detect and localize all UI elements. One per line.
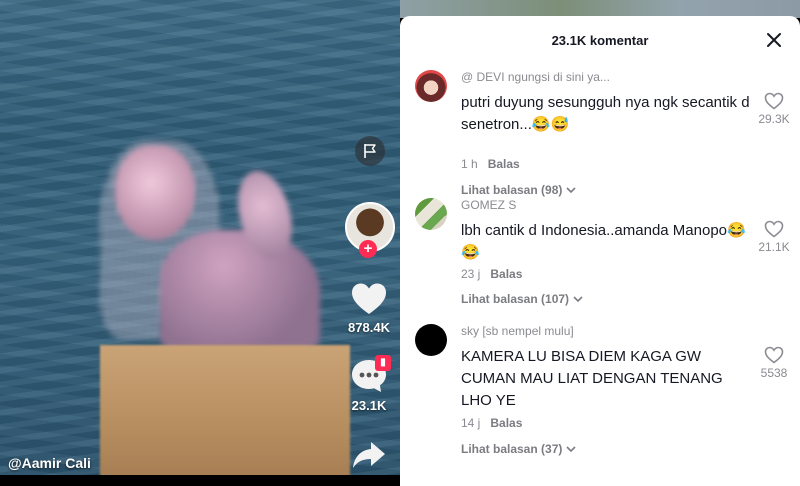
reply-button[interactable]: Balas	[488, 157, 520, 171]
heart-outline-icon	[764, 92, 784, 110]
view-replies-label: Lihat balasan (107)	[461, 292, 570, 306]
reply-button[interactable]: Balas	[490, 267, 522, 281]
close-icon	[767, 33, 781, 47]
video-player[interactable]: @Aamir Cali	[0, 0, 400, 475]
heart-outline-icon	[764, 220, 784, 238]
comment-meta: 1 h Balas	[461, 157, 520, 171]
chevron-down-icon	[566, 187, 576, 194]
flag-icon	[364, 144, 376, 158]
comment-author[interactable]: GOMEZ S	[461, 198, 516, 212]
avatar[interactable]	[415, 70, 447, 102]
like-button[interactable]: 878.4K	[344, 282, 394, 335]
share-button[interactable]	[347, 440, 391, 470]
heart-outline-icon	[764, 346, 784, 364]
heart-icon	[352, 283, 386, 314]
comment-text: putri duyung sesungguh nya ngk secantik …	[461, 94, 750, 133]
video-subject	[100, 130, 330, 350]
comment-like-count: 21.1K	[758, 240, 790, 254]
share-icon	[353, 442, 385, 468]
view-replies-button[interactable]: Lihat balasan (98)	[461, 183, 577, 197]
comments-title: 23.1K komentar	[551, 33, 649, 48]
comment-meta: 14 j Balas	[461, 416, 522, 430]
comments-panel: 23.1K komentar @ DEVI ngungsi di sini ya…	[400, 16, 800, 486]
view-replies-label: Lihat balasan (37)	[461, 442, 563, 456]
comment-like-button[interactable]: 21.1K	[752, 220, 796, 254]
view-replies-button[interactable]: Lihat balasan (107)	[461, 292, 584, 306]
comment-text: lbh cantik d Indonesia..amanda Manopo😂😂	[461, 222, 746, 261]
comment-meta: 23 j Balas	[461, 267, 522, 281]
report-button[interactable]	[355, 136, 385, 166]
avatar[interactable]	[415, 324, 447, 356]
view-replies-label: Lihat balasan (98)	[461, 183, 563, 197]
comment-count: 23.1K	[351, 398, 387, 413]
reply-button[interactable]: Balas	[490, 416, 522, 430]
follow-plus-icon[interactable]: +	[359, 240, 377, 258]
comment-author[interactable]: sky [sb nempel mulu]	[461, 324, 574, 338]
like-count: 878.4K	[348, 320, 390, 335]
comment-time: 23 j	[461, 267, 481, 281]
comment-author[interactable]: @ DEVI ngungsi di sini ya...	[461, 70, 610, 84]
video-ledge	[100, 345, 350, 475]
view-replies-button[interactable]: Lihat balasan (37)	[461, 442, 577, 456]
close-button[interactable]	[762, 28, 786, 52]
video-username[interactable]: @Aamir Cali	[8, 455, 91, 471]
comment-text: KAMERA LU BISA DIEM KAGA GW CUMAN MAU LI…	[461, 348, 723, 409]
comment-like-count: 5538	[760, 366, 788, 380]
comment-like-count: 29.3K	[758, 112, 790, 126]
chevron-down-icon	[573, 296, 583, 303]
chevron-down-icon	[566, 446, 576, 453]
gift-icon: ▮	[375, 355, 391, 371]
avatar[interactable]	[415, 198, 447, 230]
comment-time: 1 h	[461, 157, 478, 171]
comment-like-button[interactable]: 5538	[752, 346, 796, 380]
comment-like-button[interactable]: 29.3K	[752, 92, 796, 126]
comment-time: 14 j	[461, 416, 481, 430]
